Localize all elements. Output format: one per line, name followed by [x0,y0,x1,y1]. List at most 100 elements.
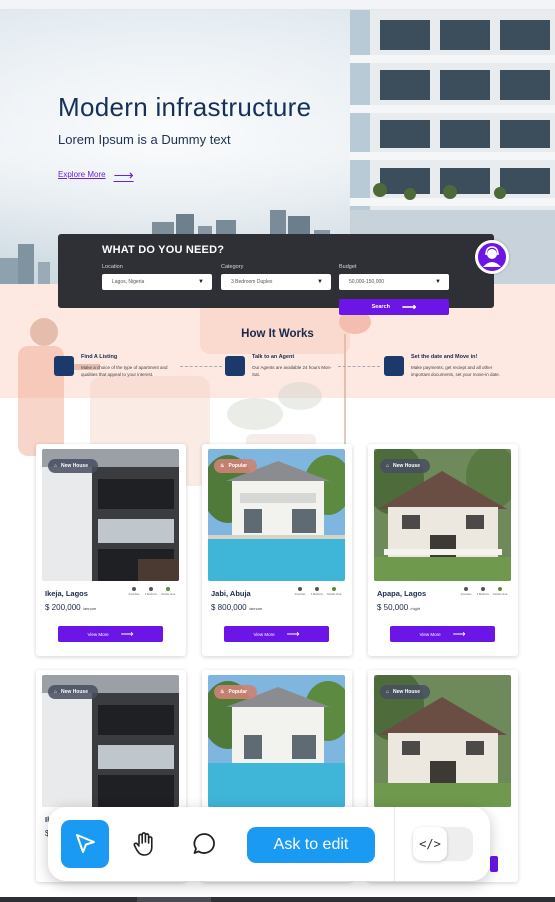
outside-area-icon [498,587,502,591]
view-more-button[interactable]: View More ⟶ [390,626,495,642]
property-photo: ♨ Popular [208,449,345,581]
listing-icon [54,356,74,376]
amenity-item: Amenities [126,587,142,596]
browser-top-bar [0,0,555,10]
caret-down-icon: ▼ [198,279,204,285]
property-photo: ⌂ New House [374,675,511,807]
card-price: $ 50,000 /night [377,603,420,612]
fire-icon: ♨ [220,689,225,695]
price-value: $ 200,000 [45,603,81,612]
step-text: Make payments, get reciept and all other… [411,365,501,377]
comment-bubble-icon [193,833,215,854]
badge-label: New House [393,689,420,695]
ask-to-edit-button[interactable]: Ask to edit [247,827,375,863]
step-title: Talk to an Agent [252,354,295,360]
home-icon: ⌂ [54,689,58,695]
price-value: $ 800,000 [211,603,247,612]
select-tool-button[interactable] [61,820,109,868]
price-period: /annum [248,606,263,611]
amenity-item: Amenities [458,587,474,596]
bedroom-icon [149,587,153,591]
category-value: 3 Bedroom Duplex [231,279,273,285]
amenity-label: Outside Area [160,593,176,596]
property-photo: ⌂ New House [42,675,179,807]
view-more-button[interactable] [490,856,498,872]
property-photo: ♨ Popular [208,675,345,807]
fire-icon: ♨ [220,463,225,469]
amenity-label: 3 Bedroom [144,593,158,596]
price-period: /night [410,606,421,611]
hand-tool-button[interactable] [120,820,168,868]
home-icon: ⌂ [386,689,390,695]
explore-more-link[interactable]: Explore More ⟶ [58,168,134,182]
scrollbar-thumb[interactable] [137,897,211,902]
badge-label: New House [61,689,88,695]
view-more-label: View More [87,631,109,637]
arrow-right-icon: ⟶ [452,628,466,639]
support-agent-icon [483,246,501,267]
badge-new-house: ⌂ New House [48,685,98,699]
amenities-icon [464,587,468,591]
badge-label: New House [61,463,88,469]
amenity-item: Outside Area [326,587,342,596]
price-value: $ 50,000 [377,603,409,612]
step-text: Our Agents are available 24 hours Mon-Sa… [252,365,332,377]
amenity-item: Outside Area [160,587,176,596]
step-title: Set the date and Move in! [411,354,478,360]
badge-new-house: ⌂ New House [380,459,430,473]
badge-popular: ♨ Popular [214,685,258,699]
search-button[interactable]: Search ⟶ [339,299,449,315]
budget-select[interactable]: 50,000-150,000 ▼ [339,274,449,290]
category-select[interactable]: 3 Bedroom Duplex ▼ [221,274,331,290]
listing-card[interactable]: ⌂ New House Apapa, Lagos Amenities 3 Bed… [368,444,518,656]
view-more-button[interactable]: View More ⟶ [58,626,163,642]
location-value: Lagos, Nigeria [112,279,145,285]
location-select[interactable]: Lagos, Nigeria ▼ [102,274,212,290]
step-text: Make a choice of the type of apartment a… [81,365,168,377]
amenity-label: 3 Bedroom [476,593,490,596]
arrow-right-icon: ⟶ [286,628,300,639]
amenity-label: Amenities [128,593,140,596]
property-photo: ⌂ New House [42,449,179,581]
amenities-icon [132,587,136,591]
hero-subtitle: Lorem Ipsum is a Dummy text [58,132,231,147]
agent-chat-button[interactable] [475,240,509,274]
price-period: /annum [82,606,97,611]
amenity-item: Amenities [292,587,308,596]
budget-label: Budget [339,264,357,270]
bedroom-icon [315,587,319,591]
toolbar-divider [394,807,395,881]
amenity-item: 3 Bedroom [475,587,491,596]
agent-icon [225,356,245,376]
amenity-item: 3 Bedroom [143,587,159,596]
budget-value: 50,000-150,000 [349,279,385,285]
bedroom-icon [481,587,485,591]
step-connector [338,366,380,367]
amenities-icon [298,587,302,591]
badge-popular: ♨ Popular [214,459,258,473]
amenity-label: 3 Bedroom [310,593,324,596]
amenity-item: 3 Bedroom [309,587,325,596]
amenity-label: Outside Area [326,593,342,596]
cursor-pointer-icon [76,834,95,853]
card-location: Apapa, Lagos [377,589,427,598]
badge-new-house: ⌂ New House [380,685,430,699]
outside-area-icon [166,587,170,591]
step-title: Find A Listing [81,354,118,360]
caret-down-icon: ▼ [435,279,441,285]
arrow-right-icon: ⟶ [402,301,417,313]
view-more-button[interactable]: View More ⟶ [224,626,329,642]
listing-card[interactable]: ♨ Popular Jabi, Abuja Amenities 3 Bedroo… [202,444,352,656]
listing-card[interactable]: ⌂ New House Ikeja, Lagos Amenities 3 Bed… [36,444,186,656]
category-label: Category [221,264,244,270]
how-it-works-title: How It Works [241,328,314,340]
property-photo: ⌂ New House [374,449,511,581]
card-location: Ikeja, Lagos [45,589,88,598]
view-more-label: View More [253,631,275,637]
code-view-toggle[interactable]: </> [413,827,473,861]
move-in-icon [384,356,404,376]
search-button-label: Search [371,304,390,310]
comment-tool-button[interactable] [180,820,228,868]
badge-label: Popular [228,689,248,695]
explore-more-label: Explore More [58,170,106,179]
